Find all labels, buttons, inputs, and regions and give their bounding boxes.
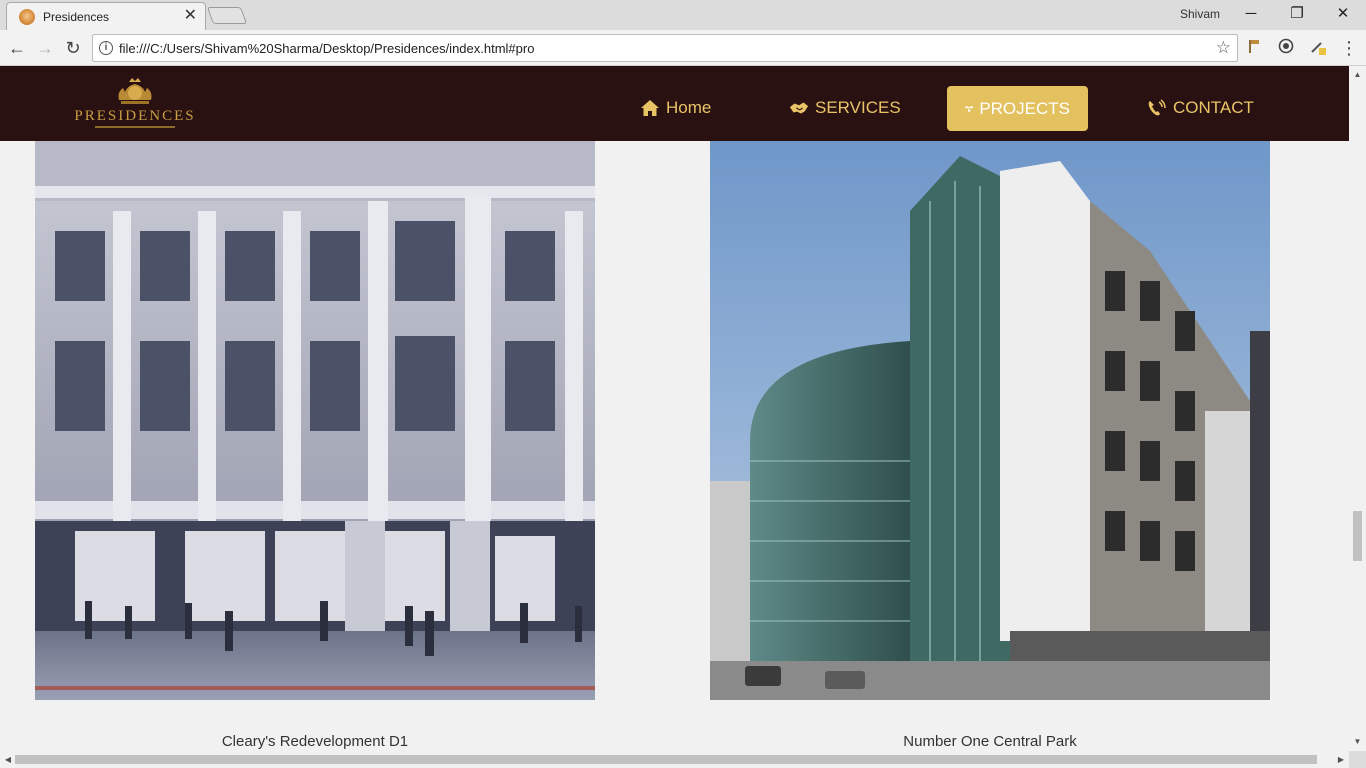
nav-contact[interactable]: CONTACT xyxy=(1147,86,1254,130)
scroll-down-icon[interactable]: ▼ xyxy=(1349,735,1366,749)
vertical-scroll-thumb[interactable] xyxy=(1353,511,1362,561)
vertical-scrollbar[interactable]: ▲ ▼ xyxy=(1349,66,1366,751)
profile-name[interactable]: Shivam xyxy=(1180,7,1220,21)
nav-services[interactable]: SERVICES xyxy=(789,86,901,130)
project-photo-central-park[interactable] xyxy=(710,141,1270,700)
nav-contact-label: CONTACT xyxy=(1173,98,1254,117)
site-navbar: PRESIDENCES Home SERVICES PROJECTS CONTA… xyxy=(0,66,1349,141)
new-tab-button[interactable] xyxy=(206,7,248,24)
scroll-up-icon[interactable]: ▲ xyxy=(1349,68,1366,82)
eyedropper-icon[interactable] xyxy=(1308,38,1328,58)
handshake-icon xyxy=(789,102,809,114)
phone-icon xyxy=(1148,99,1166,116)
building-image xyxy=(710,141,1270,700)
info-icon[interactable]: i xyxy=(99,41,113,55)
address-bar[interactable]: i file:///C:/Users/Shivam%20Sharma/Deskt… xyxy=(92,34,1238,62)
scrollbar-corner xyxy=(1349,751,1366,768)
nav-home[interactable]: Home xyxy=(640,86,711,130)
sitemap-icon xyxy=(965,105,973,112)
browser-toolbar: ← → ↻ i file:///C:/Users/Shivam%20Sharma… xyxy=(0,30,1366,66)
reload-button[interactable]: ↻ xyxy=(62,37,84,59)
building-image xyxy=(35,141,595,700)
nav-home-label: Home xyxy=(666,98,712,117)
scroll-right-icon[interactable]: ▶ xyxy=(1334,751,1348,768)
bookmark-flag-icon[interactable] xyxy=(1244,38,1264,58)
nav-services-label: SERVICES xyxy=(815,98,901,117)
browser-tabstrip: Presidences ✕ Shivam ─ ❐ ✕ xyxy=(0,0,1366,30)
logo-underline xyxy=(95,126,175,128)
home-icon xyxy=(641,100,659,116)
url-text[interactable]: file:///C:/Users/Shivam%20Sharma/Desktop… xyxy=(119,41,534,56)
page-viewport: PRESIDENCES Home SERVICES PROJECTS CONTA… xyxy=(0,66,1349,751)
close-window-button[interactable]: ✕ xyxy=(1320,2,1366,26)
forward-button[interactable]: → xyxy=(34,37,56,59)
minimize-button[interactable]: ─ xyxy=(1228,2,1274,26)
tab-close-icon[interactable]: ✕ xyxy=(184,6,197,26)
nav-projects-label: PROJECTS xyxy=(979,98,1070,118)
scroll-left-icon[interactable]: ◀ xyxy=(1,751,15,768)
site-logo[interactable]: PRESIDENCES xyxy=(62,78,208,134)
record-icon[interactable] xyxy=(1276,38,1296,58)
restore-button[interactable]: ❐ xyxy=(1274,2,1320,26)
back-button[interactable]: ← xyxy=(6,37,28,59)
favicon-icon xyxy=(19,9,35,25)
horizontal-scroll-thumb[interactable] xyxy=(15,755,1317,764)
nav-projects[interactable]: PROJECTS xyxy=(947,86,1088,131)
tab-title: Presidences xyxy=(43,10,110,24)
browser-menu-button[interactable]: ⋮ xyxy=(1338,37,1360,59)
browser-tab[interactable]: Presidences ✕ xyxy=(6,2,206,30)
project-caption: Number One Central Park xyxy=(903,733,1077,750)
project-caption: Cleary's Redevelopment D1 xyxy=(221,733,409,750)
logo-text: PRESIDENCES xyxy=(74,108,196,124)
project-photo-clearys[interactable] xyxy=(35,141,595,700)
bookmark-star-icon[interactable]: ☆ xyxy=(1216,38,1231,58)
lion-emblem-icon xyxy=(118,78,152,104)
horizontal-scrollbar[interactable]: ◀ ▶ xyxy=(0,751,1349,768)
